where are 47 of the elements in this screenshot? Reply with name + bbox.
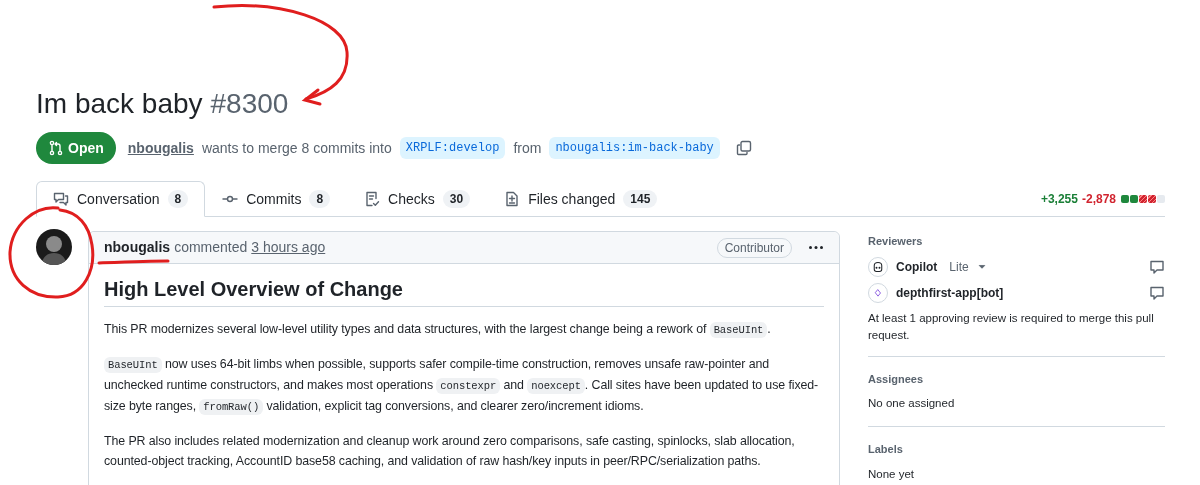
comment-action: commented <box>174 238 248 257</box>
tab[interactable]: Conversation 8 <box>36 181 206 217</box>
request-review-button[interactable] <box>1149 284 1165 301</box>
author-link[interactable]: nbougalis <box>127 137 194 159</box>
request-review-button[interactable] <box>1149 258 1165 275</box>
reviewer-name[interactable]: depthfirst-app[bot] <box>896 283 1004 302</box>
tab[interactable]: Checks 30 <box>347 181 488 217</box>
section-title: Reviewers <box>868 234 924 249</box>
branch-label[interactable]: XRPLF:develop <box>399 137 506 159</box>
diamond-icon <box>873 287 883 298</box>
counter-badge: 8 <box>167 190 189 208</box>
reviewer-tag: Lite <box>949 257 969 276</box>
diffstat-bar <box>1121 194 1165 203</box>
from-text: from <box>513 138 542 158</box>
deletions-count: -2,878 <box>1081 190 1116 208</box>
counter-badge: 8 <box>309 190 331 208</box>
tab[interactable]: Files changed 145 <box>487 181 675 217</box>
pr-number: #8300 <box>210 87 289 121</box>
comment-icon <box>1149 258 1165 275</box>
reviewer-name[interactable]: Copilot <box>896 257 938 276</box>
section-title: Labels <box>868 442 904 458</box>
comment-paragraph: This PR modernizes several low-level utility types and data structures, with the largest change being a rework of BaseUInt . <box>104 321 772 340</box>
comment-heading: High Level Overview of Change <box>104 276 824 307</box>
section-value: No one assigned <box>868 396 956 411</box>
more-icon <box>809 246 823 249</box>
copy-icon <box>735 140 752 156</box>
section-title: Assignees <box>868 371 925 387</box>
pull-request-icon <box>48 140 64 156</box>
branch-label[interactable]: nbougalis:im-back-baby <box>549 137 720 159</box>
counter-badge: 145 <box>623 190 658 208</box>
merge-text: wants to merge 8 commits into <box>201 138 392 158</box>
timestamp-link[interactable]: 3 hours ago <box>251 237 326 258</box>
additions-count: +3,255 <box>1040 190 1078 208</box>
counter-badge: 30 <box>442 190 471 208</box>
avatar <box>36 229 72 265</box>
tab-icon <box>364 191 381 207</box>
review-note: At least 1 approving review is required to merge this pull request. <box>868 310 1155 343</box>
section-value: None yet <box>868 466 916 482</box>
pr-title: Im back baby <box>36 87 203 121</box>
comment-paragraph: The PR also includes related modernization and cleanup work around zero comparisons, safe casting, spinlocks, slab allocation, counted-object tracking, AccountID base58 caching, and validation of raw hash/key inputs in peer/RPC/serialization paths. <box>104 433 796 470</box>
state-badge: Open <box>36 132 116 164</box>
author-link[interactable]: nbougalis <box>104 237 171 258</box>
comment-icon <box>1149 284 1165 301</box>
comment-paragraph: BaseUInt now uses 64-bit limbs when possible, supports safer compile-time construction, removes unsafe raw-pointer and unchecked runtime constructors, and makes most operations constexpr and noexcept . Call sites have been updated to use fixed-size byte ranges, fromRaw() validation, explicit tag conversions, and clearer zero/increment idioms. <box>104 356 820 417</box>
tab-icon <box>53 191 69 207</box>
tab-icon <box>504 191 521 207</box>
tab[interactable]: Commits 8 <box>205 181 348 217</box>
